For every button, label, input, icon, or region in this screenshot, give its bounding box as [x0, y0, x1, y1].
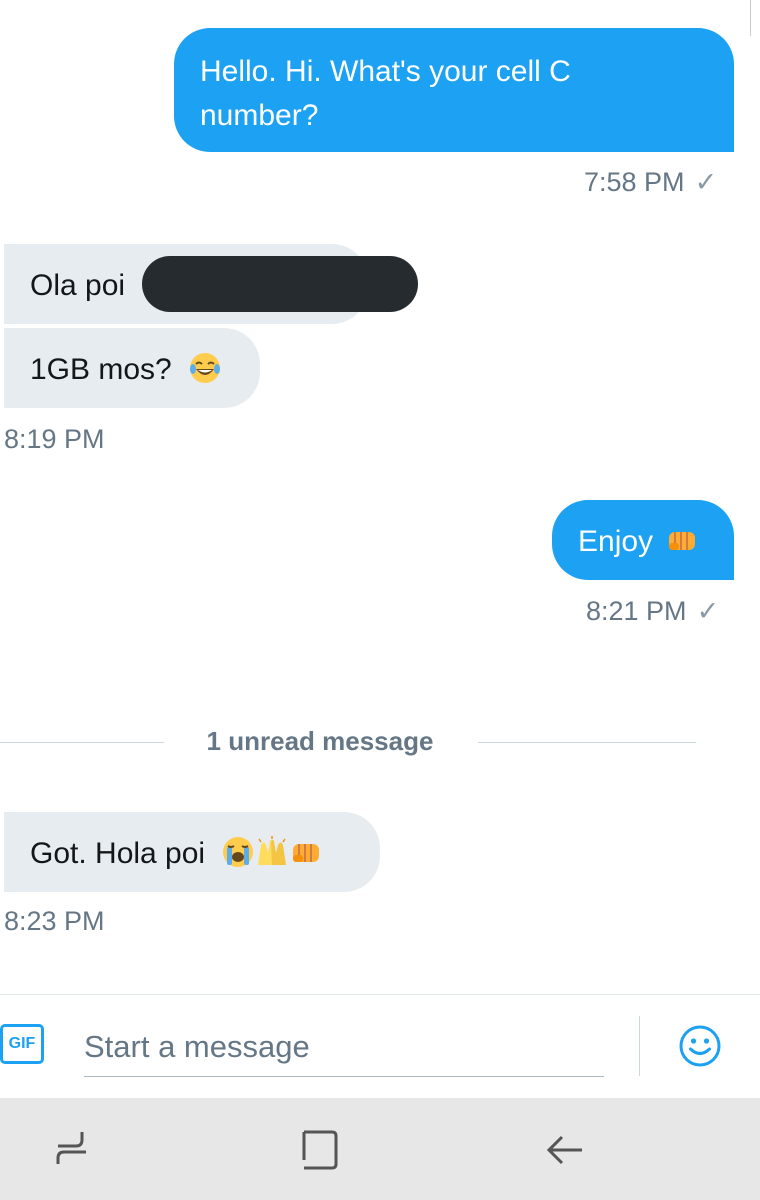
home-icon[interactable] [298, 1130, 342, 1170]
back-icon[interactable] [544, 1130, 588, 1170]
divider-line [0, 742, 164, 743]
message-input[interactable] [84, 1018, 604, 1077]
loudly-crying-emoji [223, 837, 254, 867]
message-text: Hello. Hi. What's your cell C [200, 55, 571, 88]
timestamp-text: 8:23 PM [4, 906, 105, 936]
message-text: 1GB mos? [30, 353, 172, 386]
message-bubble-received[interactable]: Got. Hola poi [4, 812, 380, 892]
message-timestamp: 8:19 PM [4, 424, 105, 455]
unread-divider-label: 1 unread message [206, 726, 434, 756]
timestamp-text: 8:21 PM [586, 596, 687, 626]
scrollbar[interactable] [750, 0, 757, 36]
oncoming-fist-emoji [293, 844, 320, 862]
sent-check-icon: ✓ [696, 596, 720, 626]
message-timestamp: 8:23 PM [4, 906, 105, 937]
system-navigation-bar [0, 1098, 760, 1200]
sent-check-icon: ✓ [694, 167, 718, 197]
raised-hands-emoji [258, 836, 287, 865]
message-timestamp: 8:21 PM ✓ [586, 596, 719, 627]
oncoming-fist-emoji [669, 532, 696, 550]
gif-button[interactable]: GIF [0, 1024, 44, 1064]
divider-line [478, 742, 696, 743]
message-text: Enjoy [578, 525, 654, 558]
message-bubble-sent[interactable]: Hello. Hi. What's your cell C number? [174, 28, 734, 152]
timestamp-text: 8:19 PM [4, 424, 105, 454]
smiley-icon[interactable] [678, 1024, 722, 1068]
message-text: number? [200, 99, 319, 132]
composer-divider [639, 1016, 640, 1076]
redaction-overlay [142, 256, 418, 312]
message-text: Got. Hola poi [30, 837, 206, 870]
recents-icon[interactable] [54, 1130, 98, 1170]
message-timestamp: 7:58 PM ✓ [584, 167, 717, 198]
timestamp-text: 7:58 PM [584, 167, 685, 197]
message-bubble-sent[interactable]: Enjoy [552, 500, 734, 580]
message-bubble-received[interactable]: 1GB mos? [4, 328, 260, 408]
tears-of-joy-emoji [190, 353, 221, 383]
